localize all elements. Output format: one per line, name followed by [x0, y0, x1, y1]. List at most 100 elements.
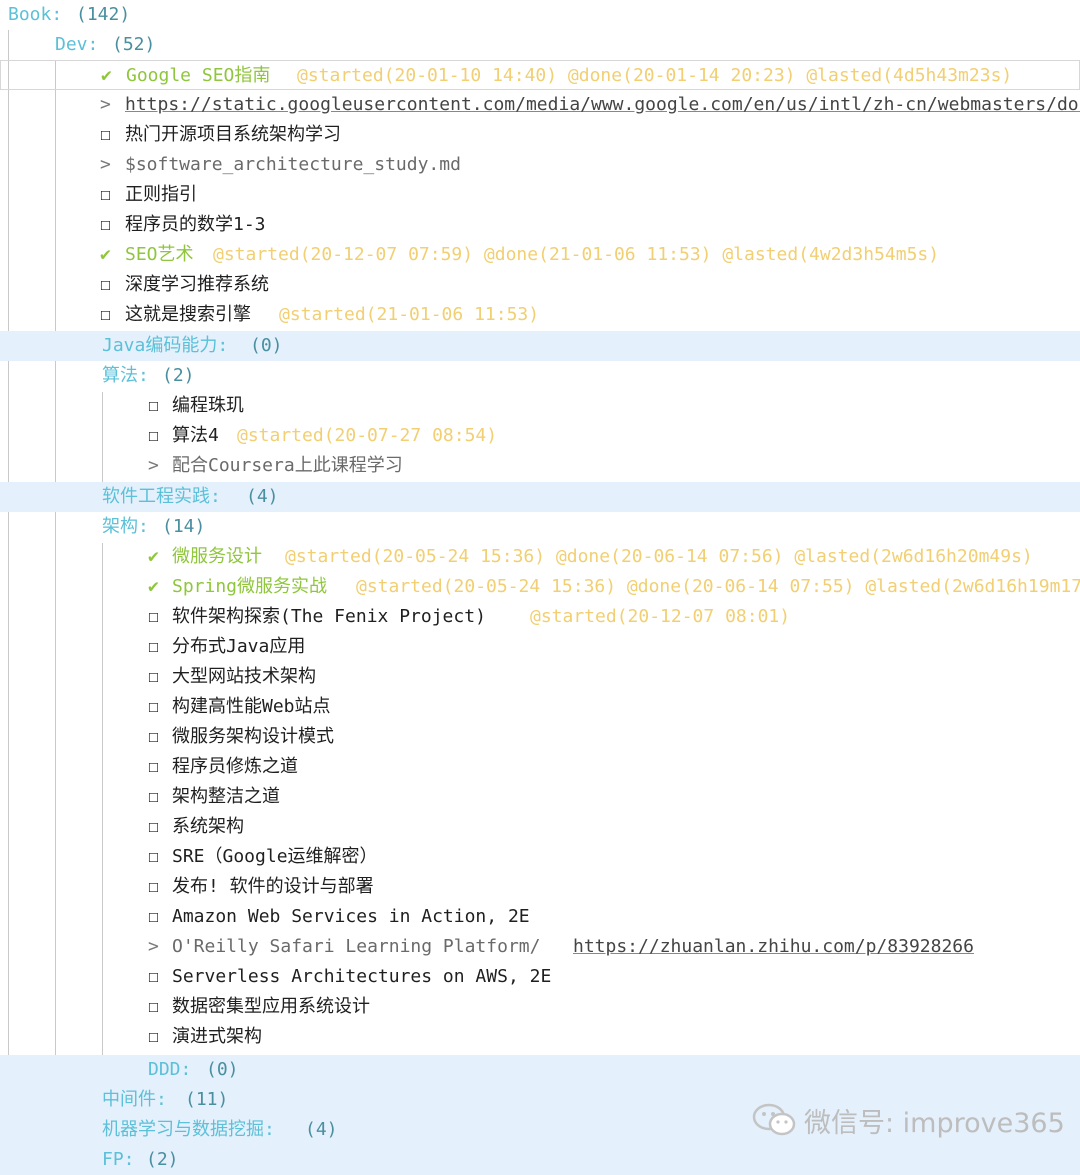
project-book[interactable]: Book: (142) — [0, 0, 1080, 30]
task-row[interactable]: ☐ 架构整洁之道 — [0, 782, 1080, 812]
project-count: (0) — [206, 1059, 239, 1080]
checkbox-icon[interactable]: ☐ — [148, 782, 159, 812]
project-algorithms[interactable]: 算法: (2) — [0, 361, 1080, 391]
checkbox-icon[interactable]: ☐ — [148, 992, 159, 1022]
note-link[interactable]: https://zhuanlan.zhihu.com/p/83928266 — [573, 932, 974, 962]
checkbox-icon[interactable]: ☐ — [148, 962, 159, 992]
task-row[interactable]: ☐ 数据密集型应用系统设计 — [0, 992, 1080, 1022]
task-row[interactable]: ☐ SRE（Google运维解密） — [0, 842, 1080, 872]
task-row[interactable]: ☐ 程序员的数学1-3 — [0, 210, 1080, 240]
checkbox-icon[interactable]: ☐ — [148, 812, 159, 842]
task-row[interactable]: ✔ Spring微服务实战 @started(20-05-24 15:36) @… — [0, 572, 1080, 602]
task-row[interactable]: ✔ 微服务设计 @started(20-05-24 15:36) @done(2… — [0, 542, 1080, 572]
project-count: (0) — [250, 335, 283, 356]
task-text: Serverless Architectures on AWS, 2E — [172, 966, 552, 987]
task-text: 分布式Java应用 — [172, 636, 306, 657]
checkbox-icon[interactable]: ☐ — [148, 1022, 159, 1052]
project-title: Java编码能力: — [102, 335, 229, 356]
task-text: 发布! 软件的设计与部署 — [172, 876, 374, 897]
note-marker-icon: > — [100, 154, 111, 175]
task-row[interactable]: ✔ Google SEO指南 @started(20-01-10 14:40) … — [0, 60, 1080, 90]
checkbox-icon[interactable]: ☐ — [100, 210, 111, 240]
task-text: 程序员修炼之道 — [172, 756, 298, 777]
project-dev[interactable]: Dev: (52) — [0, 30, 1080, 60]
task-row[interactable]: ☐ 这就是搜索引擎 @started(21-01-06 11:53) — [0, 300, 1080, 330]
checkbox-icon[interactable]: ☐ — [148, 872, 159, 902]
project-title: 算法: — [102, 365, 149, 386]
task-row[interactable]: ☐ 构建高性能Web站点 — [0, 692, 1080, 722]
checkbox-icon[interactable]: ☐ — [148, 391, 159, 421]
note-row[interactable]: > $software_architecture_study.md — [0, 150, 1080, 180]
project-count: (2) — [162, 365, 195, 386]
task-row[interactable]: ☐ 演进式架构 — [0, 1022, 1080, 1052]
wechat-icon — [752, 1103, 796, 1136]
note-marker-icon: > — [100, 94, 111, 115]
task-row[interactable]: ☐ Serverless Architectures on AWS, 2E — [0, 962, 1080, 992]
task-row[interactable]: ☐ 大型网站技术架构 — [0, 662, 1080, 692]
note-row[interactable]: > https://static.googleusercontent.com/m… — [0, 90, 1080, 120]
task-row[interactable]: ☐ 正则指引 — [0, 180, 1080, 210]
task-text: Google SEO指南 — [126, 65, 271, 86]
project-architecture[interactable]: 架构: (14) — [0, 512, 1080, 542]
task-tags: @started(20-12-07 07:59) @done(21-01-06 … — [213, 244, 940, 265]
task-text: 正则指引 — [125, 184, 197, 205]
watermark-text: 微信号: improve365 — [804, 1107, 1065, 1139]
note-link[interactable]: https://static.googleusercontent.com/med… — [125, 90, 1080, 120]
task-text: Spring微服务实战 — [172, 576, 328, 597]
project-title: DDD: — [148, 1059, 192, 1080]
task-row[interactable]: ☐ 程序员修炼之道 — [0, 752, 1080, 782]
project-count: (4) — [305, 1119, 338, 1140]
task-text: 算法4 — [172, 425, 219, 446]
task-row[interactable]: ☐ Amazon Web Services in Action, 2E — [0, 902, 1080, 932]
project-fp[interactable]: FP: (2) — [0, 1145, 1080, 1175]
done-check-icon: ✔ — [148, 546, 159, 567]
task-row[interactable]: ☐ 算法4 @started(20-07-27 08:54) — [0, 421, 1080, 451]
task-text: 微服务设计 — [172, 546, 262, 567]
note-row[interactable]: > O'Reilly Safari Learning Platform/ htt… — [0, 932, 1080, 962]
task-text: 热门开源项目系统架构学习 — [125, 124, 341, 145]
task-tags: @started(20-05-24 15:36) @done(20-06-14 … — [285, 546, 1033, 567]
checkbox-icon[interactable]: ☐ — [148, 421, 159, 451]
checkbox-icon[interactable]: ☐ — [148, 692, 159, 722]
checkbox-icon[interactable]: ☐ — [148, 752, 159, 782]
checkbox-icon[interactable]: ☐ — [148, 722, 159, 752]
project-count: (4) — [246, 486, 279, 507]
note-text: $software_architecture_study.md — [125, 154, 461, 175]
checkbox-icon[interactable]: ☐ — [100, 270, 111, 300]
checkbox-icon[interactable]: ☐ — [148, 602, 159, 632]
project-title: Dev: — [55, 34, 99, 55]
task-row[interactable]: ☐ 分布式Java应用 — [0, 632, 1080, 662]
task-row[interactable]: ☐ 微服务架构设计模式 — [0, 722, 1080, 752]
checkbox-icon[interactable]: ☐ — [148, 632, 159, 662]
task-row[interactable]: ☐ 软件架构探索(The Fenix Project) @started(20-… — [0, 602, 1080, 632]
task-text: 构建高性能Web站点 — [172, 696, 331, 717]
done-check-icon: ✔ — [101, 65, 112, 86]
task-row[interactable]: ☐ 深度学习推荐系统 — [0, 270, 1080, 300]
task-text: 深度学习推荐系统 — [125, 274, 269, 295]
project-count: (2) — [146, 1149, 179, 1170]
project-software-engineering[interactable]: 软件工程实践: (4) — [0, 482, 1080, 512]
project-title: 中间件: — [102, 1089, 167, 1110]
project-ddd[interactable]: DDD: (0) — [0, 1055, 1080, 1085]
task-row[interactable]: ✔ SEO艺术 @started(20-12-07 07:59) @done(2… — [0, 240, 1080, 270]
task-tags: @started(21-01-06 11:53) — [279, 304, 540, 325]
task-row[interactable]: ☐ 发布! 软件的设计与部署 — [0, 872, 1080, 902]
project-java[interactable]: Java编码能力: (0) — [0, 331, 1080, 361]
done-check-icon: ✔ — [100, 244, 111, 265]
note-row[interactable]: > 配合Coursera上此课程学习 — [0, 451, 1080, 481]
checkbox-icon[interactable]: ☐ — [148, 662, 159, 692]
task-text: 数据密集型应用系统设计 — [172, 996, 370, 1017]
task-row[interactable]: ☐ 热门开源项目系统架构学习 — [0, 120, 1080, 150]
task-row[interactable]: ☐ 编程珠玑 — [0, 391, 1080, 421]
task-text: 这就是搜索引擎 — [125, 304, 251, 325]
checkbox-icon[interactable]: ☐ — [148, 842, 159, 872]
note-text: O'Reilly Safari Learning Platform/ — [172, 936, 541, 957]
checkbox-icon[interactable]: ☐ — [148, 902, 159, 932]
checkbox-icon[interactable]: ☐ — [100, 180, 111, 210]
checkbox-icon[interactable]: ☐ — [100, 300, 111, 330]
task-row[interactable]: ☐ 系统架构 — [0, 812, 1080, 842]
checkbox-icon[interactable]: ☐ — [100, 120, 111, 150]
task-text: SEO艺术 — [125, 244, 194, 265]
task-text: 微服务架构设计模式 — [172, 726, 334, 747]
project-title: Book: — [8, 4, 63, 25]
